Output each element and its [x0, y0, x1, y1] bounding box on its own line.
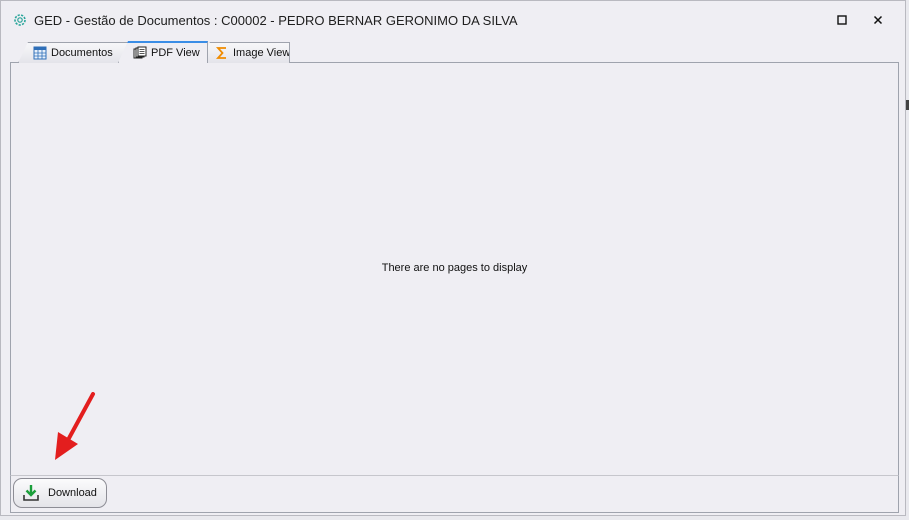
pdf-viewer-area[interactable]: There are no pages to display: [10, 63, 899, 475]
window-title: GED - Gestão de Documentos : C00002 - PE…: [34, 12, 518, 28]
bottom-toolbar: Download: [10, 475, 899, 513]
tab-strip: Documentos Image View PDF View: [10, 41, 899, 63]
tab-pdf-view[interactable]: PDF View: [118, 41, 208, 63]
tab-pdf-view-label: PDF View: [151, 47, 200, 59]
maximize-button[interactable]: [827, 7, 857, 33]
download-label: Download: [48, 487, 97, 499]
table-icon: [33, 46, 47, 60]
tab-image-view-label: Image View: [233, 47, 290, 59]
annotation-arrow-icon: [55, 392, 95, 460]
title-bar: GED - Gestão de Documentos : C00002 - PE…: [1, 1, 905, 39]
close-button[interactable]: [863, 7, 893, 33]
close-icon: [873, 15, 883, 25]
empty-message: There are no pages to display: [381, 262, 528, 274]
gear-icon: [13, 13, 27, 27]
maximize-icon: [837, 15, 847, 25]
ged-window: GED - Gestão de Documentos : C00002 - PE…: [0, 0, 906, 516]
tab-image-view[interactable]: Image View: [200, 42, 290, 63]
sigma-icon: [215, 46, 229, 60]
tab-documentos-label: Documentos: [51, 47, 113, 59]
tab-documentos[interactable]: Documentos: [18, 42, 128, 63]
download-button[interactable]: Download: [13, 478, 107, 508]
download-icon: [22, 484, 40, 502]
document-stack-icon: [133, 46, 147, 60]
